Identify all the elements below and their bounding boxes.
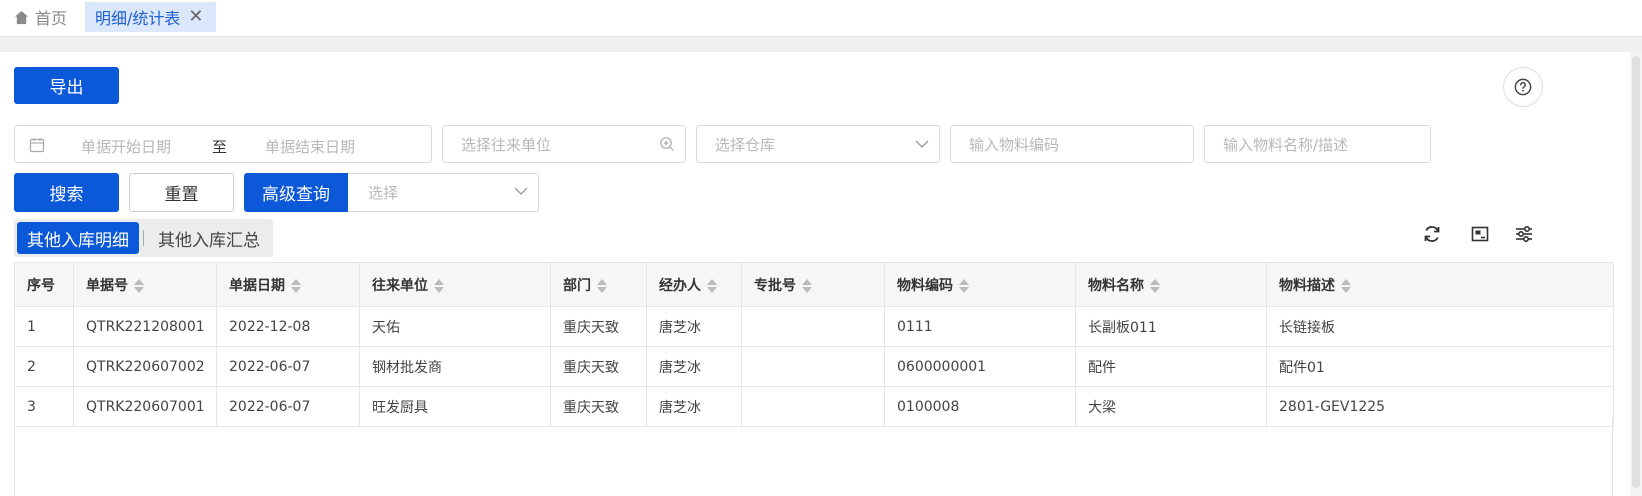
- column-header[interactable]: 单据号: [73, 262, 217, 307]
- date-range-picker[interactable]: 单据开始日期 至 单据结束日期: [14, 125, 432, 163]
- tab-other-inbound-detail[interactable]: 其他入库明细: [17, 222, 139, 254]
- tab-detail-stats[interactable]: 明细/统计表 ✕: [85, 2, 216, 32]
- column-header-label: 物料编码: [897, 277, 953, 294]
- tab-bar: 首页 明细/统计表 ✕: [0, 0, 1642, 37]
- start-date-input[interactable]: 单据开始日期: [81, 136, 171, 157]
- tab-home[interactable]: 首页: [14, 0, 67, 34]
- sort-icon[interactable]: [707, 278, 717, 294]
- material-name-placeholder: 输入物料名称/描述: [1223, 135, 1349, 154]
- material-code-placeholder: 输入物料编码: [969, 135, 1060, 154]
- sort-icon[interactable]: [1341, 278, 1351, 294]
- column-header-label: 专批号: [754, 277, 796, 294]
- table-cell: 天佑: [359, 306, 551, 347]
- table-body: 1 QTRK221208001 2022-12-08 天佑 重庆天致 唐芝冰 0111 长副板…: [14, 306, 1614, 427]
- table-cell: 重庆天致: [550, 306, 647, 347]
- table-cell: 2022-12-08: [216, 306, 360, 347]
- content-gutter: [0, 37, 1642, 52]
- detail-table: 序号 单据号 单据日期 往来单位 部门 经办人 专批号 物料编码 物料名称 物料描述 1 QTRK2…: [14, 262, 1614, 427]
- table-cell: [741, 306, 885, 347]
- sort-icon[interactable]: [959, 278, 969, 294]
- table-cell: QTRK220607002: [73, 346, 217, 387]
- table-row[interactable]: 1 QTRK221208001 2022-12-08 天佑 重庆天致 唐芝冰 0111 长副板…: [14, 306, 1614, 347]
- table-cell: 配件: [1075, 346, 1267, 387]
- material-code-input[interactable]: 输入物料编码: [950, 125, 1194, 163]
- sort-icon[interactable]: [597, 278, 607, 294]
- chevron-down-icon: [915, 140, 929, 148]
- end-date-input[interactable]: 单据结束日期: [265, 136, 355, 157]
- column-header[interactable]: 序号: [14, 262, 74, 307]
- table-cell: 唐芝冰: [646, 306, 742, 347]
- advanced-query-select-placeholder: 选择: [368, 184, 399, 202]
- table-cell: 钢材批发商: [359, 346, 551, 387]
- column-header-label: 单据日期: [229, 277, 285, 294]
- calendar-icon: [29, 138, 45, 153]
- refresh-icon: [1424, 226, 1440, 242]
- tab-home-label: 首页: [35, 9, 68, 28]
- search-button[interactable]: 搜索: [14, 173, 119, 212]
- table-cell: 0111: [884, 306, 1076, 347]
- scrollbar-thumb[interactable]: [1632, 56, 1640, 488]
- table-cell: 1: [14, 306, 74, 347]
- table-cell: QTRK221208001: [73, 306, 217, 347]
- table-cell: 2022-06-07: [216, 346, 360, 387]
- date-separator: 至: [212, 138, 228, 156]
- table-cell: 2: [14, 346, 74, 387]
- column-header[interactable]: 单据日期: [216, 262, 360, 307]
- column-header[interactable]: 专批号: [741, 262, 885, 307]
- column-header-label: 往来单位: [372, 277, 428, 294]
- partner-select-placeholder: 选择往来单位: [461, 135, 552, 154]
- column-header-label: 部门: [563, 277, 591, 294]
- column-header[interactable]: 往来单位: [359, 262, 551, 307]
- warehouse-select-placeholder: 选择仓库: [715, 135, 776, 154]
- column-header[interactable]: 物料编码: [884, 262, 1076, 307]
- question-circle-icon: [1514, 78, 1532, 96]
- column-header-label: 经办人: [659, 277, 701, 294]
- sort-icon[interactable]: [802, 278, 812, 294]
- table-cell: 配件01: [1266, 346, 1614, 387]
- table-cell: 0600000001: [884, 346, 1076, 387]
- sort-icon[interactable]: [134, 278, 144, 294]
- column-header-label: 物料描述: [1279, 277, 1335, 294]
- fullscreen-button[interactable]: [1468, 222, 1492, 246]
- column-header[interactable]: 部门: [550, 262, 647, 307]
- reset-button[interactable]: 重置: [129, 173, 234, 212]
- warehouse-select[interactable]: 选择仓库: [696, 125, 940, 163]
- column-header-label: 序号: [27, 277, 55, 294]
- sort-icon[interactable]: [1150, 278, 1160, 294]
- table-empty-area: [14, 418, 1613, 496]
- table-cell: 重庆天致: [550, 346, 647, 387]
- column-header-label: 物料名称: [1088, 277, 1144, 294]
- table-header-row: 序号 单据号 单据日期 往来单位 部门 经办人 专批号 物料编码 物料名称 物料描述: [14, 262, 1614, 307]
- fullscreen-icon: [1471, 226, 1489, 242]
- refresh-button[interactable]: [1420, 222, 1444, 246]
- table-cell: 唐芝冰: [646, 346, 742, 387]
- home-icon: [14, 10, 29, 24]
- advanced-query-button[interactable]: 高级查询: [244, 173, 348, 212]
- sort-icon[interactable]: [434, 278, 444, 294]
- export-button[interactable]: 导出: [14, 67, 119, 104]
- column-header-label: 单据号: [86, 277, 128, 294]
- advanced-query-group: 高级查询 选择: [244, 173, 539, 212]
- table-cell: [741, 346, 885, 387]
- table-row[interactable]: 2 QTRK220607002 2022-06-07 钢材批发商 重庆天致 唐芝冰 0600…: [14, 346, 1614, 387]
- view-switch: 其他入库明细 其他入库汇总: [14, 219, 273, 257]
- table-cell: 长链接板: [1266, 306, 1614, 347]
- column-header[interactable]: 经办人: [646, 262, 742, 307]
- partner-select[interactable]: 选择往来单位: [442, 125, 686, 163]
- column-header[interactable]: 物料名称: [1075, 262, 1267, 307]
- chevron-down-icon: [514, 187, 528, 195]
- table-cell: 长副板011: [1075, 306, 1267, 347]
- column-header[interactable]: 物料描述: [1266, 262, 1614, 307]
- tab-other-inbound-summary[interactable]: 其他入库汇总: [148, 222, 270, 254]
- search-plus-icon[interactable]: [659, 136, 675, 152]
- close-icon[interactable]: ✕: [188, 8, 203, 26]
- sort-icon[interactable]: [291, 278, 301, 294]
- tab-detail-stats-label: 明细/统计表: [95, 9, 181, 28]
- help-button[interactable]: [1503, 67, 1543, 107]
- material-name-input[interactable]: 输入物料名称/描述: [1204, 125, 1431, 163]
- view-switch-divider: [143, 230, 144, 246]
- advanced-query-select[interactable]: 选择: [348, 173, 539, 212]
- column-settings-button[interactable]: [1512, 222, 1536, 246]
- sliders-icon: [1516, 225, 1532, 243]
